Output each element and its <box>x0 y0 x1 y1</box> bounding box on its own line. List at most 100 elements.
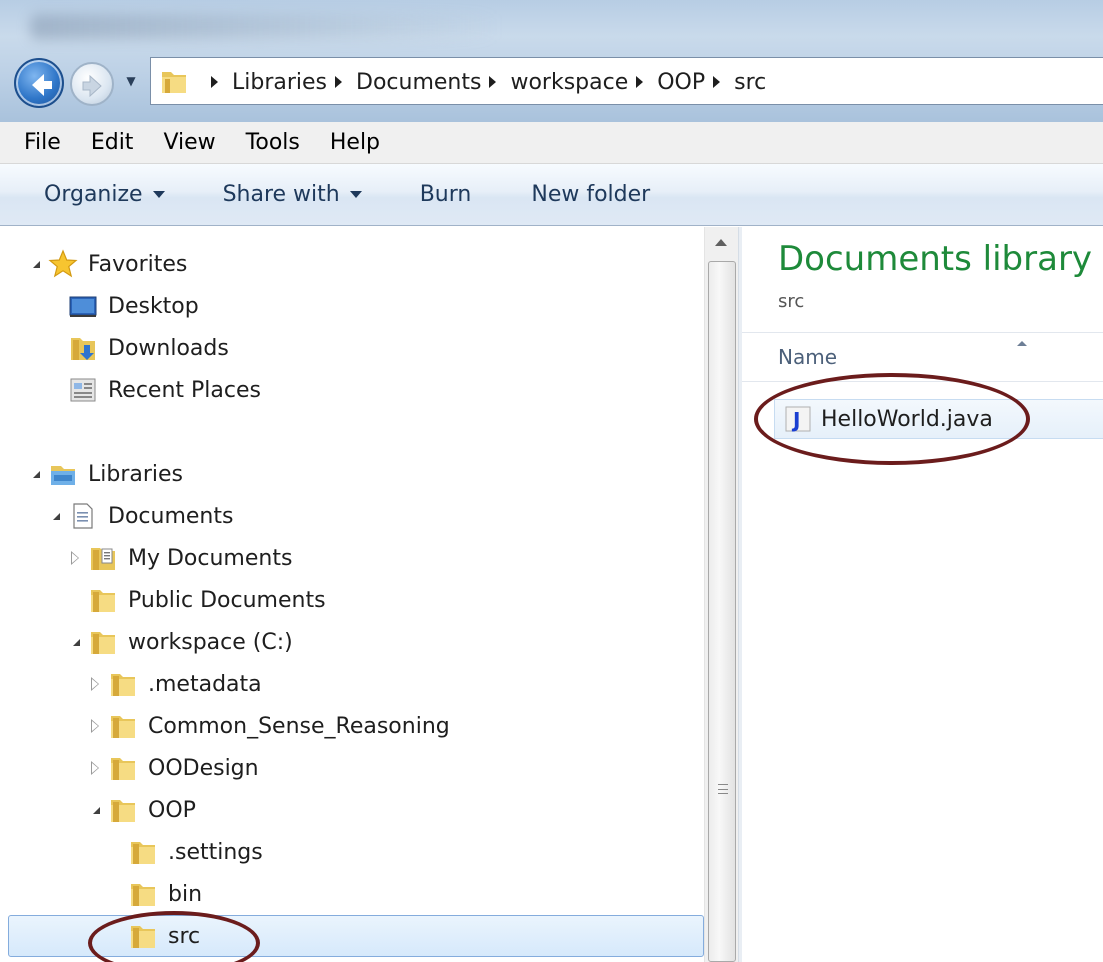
breadcrumb-workspace[interactable]: workspace <box>510 70 628 95</box>
tree-item-src[interactable]: src <box>128 918 200 954</box>
my-documents-folder-icon <box>91 548 115 570</box>
tree-item-libraries[interactable]: Libraries <box>28 456 183 492</box>
expanded-triangle-icon[interactable] <box>88 802 104 818</box>
window-title-blurred <box>30 14 500 40</box>
library-title: Documents library <box>778 239 1093 279</box>
library-subtitle: src <box>778 291 805 312</box>
back-button[interactable] <box>14 58 64 108</box>
tree-item-oodesign[interactable]: OODesign <box>88 750 259 786</box>
menu-edit[interactable]: Edit <box>76 130 149 155</box>
folder-icon <box>111 716 135 738</box>
navigation-pane: Favorites Desktop Downloads Recent Place… <box>0 227 738 962</box>
java-file-icon: J <box>785 406 811 432</box>
breadcrumb-libraries[interactable]: Libraries <box>232 70 327 95</box>
tree-label-bin: bin <box>168 881 203 907</box>
forward-button[interactable] <box>70 62 114 106</box>
organize-button[interactable]: Organize <box>44 182 165 207</box>
folder-icon <box>91 632 115 654</box>
tree-label-favorites: Favorites <box>88 251 188 277</box>
window-titlebar: ▼ Libraries Documents workspace OOP src <box>0 0 1103 122</box>
menu-view[interactable]: View <box>148 130 230 155</box>
chevron-down-icon <box>349 191 362 198</box>
forward-arrow-icon <box>82 74 102 98</box>
tree-label-libraries: Libraries <box>88 461 184 487</box>
collapsed-triangle-icon[interactable] <box>68 550 84 566</box>
chevron-down-icon <box>152 191 165 198</box>
column-header-row: Name <box>742 332 1103 382</box>
tree-label-oop: OOP <box>148 797 196 823</box>
address-bar[interactable]: Libraries Documents workspace OOP src <box>150 57 1103 105</box>
tree-item-my-documents[interactable]: My Documents <box>68 540 292 576</box>
breadcrumb-documents[interactable]: Documents <box>356 70 481 95</box>
new-folder-button[interactable]: New folder <box>531 182 650 207</box>
file-item-helloworld[interactable]: J HelloWorld.java <box>774 399 1103 439</box>
expanded-triangle-icon[interactable] <box>28 256 44 272</box>
tree-item-bin[interactable]: bin <box>128 876 202 912</box>
burn-button[interactable]: Burn <box>420 182 472 207</box>
tree-item-selected-highlight <box>8 915 704 957</box>
tree-item-favorites[interactable]: Favorites <box>28 246 187 282</box>
collapsed-triangle-icon[interactable] <box>88 676 104 692</box>
tree-item-common-sense-reasoning[interactable]: Common_Sense_Reasoning <box>88 708 450 744</box>
content-pane: Documents library src Name J HelloWorld.… <box>742 227 1103 962</box>
folder-icon <box>111 758 135 780</box>
breadcrumb-separator-icon[interactable] <box>713 76 721 88</box>
collapsed-triangle-icon[interactable] <box>88 760 104 776</box>
expanded-triangle-icon[interactable] <box>48 508 64 524</box>
tree-label-common-sense-reasoning: Common_Sense_Reasoning <box>148 713 450 739</box>
tree-item-public-documents[interactable]: Public Documents <box>88 582 326 618</box>
star-icon <box>48 249 78 278</box>
tree-label-public-documents: Public Documents <box>128 587 326 613</box>
sort-ascending-icon <box>1017 341 1027 346</box>
folder-icon <box>111 800 135 822</box>
share-with-button[interactable]: Share with <box>223 182 362 207</box>
menu-file[interactable]: File <box>0 130 76 155</box>
tree-item-downloads[interactable]: Downloads <box>68 330 229 366</box>
documents-icon <box>73 503 93 529</box>
recent-places-icon <box>70 378 96 402</box>
desktop-icon <box>69 296 97 317</box>
breadcrumb-separator-icon[interactable] <box>636 76 644 88</box>
command-bar: Organize Share with Burn New folder <box>0 164 1103 226</box>
organize-label: Organize <box>44 182 143 207</box>
tree-label-src: src <box>168 923 201 949</box>
tree-item-documents[interactable]: Documents <box>48 498 233 534</box>
menu-bar: File Edit View Tools Help <box>0 122 1103 164</box>
tree-label-oodesign: OODesign <box>148 755 259 781</box>
file-name: HelloWorld.java <box>821 406 993 432</box>
tree-item-metadata[interactable]: .metadata <box>88 666 262 702</box>
column-header-name[interactable]: Name <box>778 345 837 369</box>
tree-label-my-documents: My Documents <box>128 545 293 571</box>
expanded-triangle-icon[interactable] <box>68 634 84 650</box>
folder-icon <box>131 884 155 906</box>
tree-label-recent-places: Recent Places <box>108 377 261 403</box>
tree-item-settings[interactable]: .settings <box>128 834 263 870</box>
share-with-label: Share with <box>222 182 340 207</box>
folder-icon <box>91 590 115 612</box>
folder-icon <box>162 72 186 93</box>
svg-text:J: J <box>791 408 800 432</box>
recent-pages-dropdown[interactable]: ▼ <box>122 72 140 90</box>
menu-help[interactable]: Help <box>315 130 395 155</box>
menu-tools[interactable]: Tools <box>231 130 315 155</box>
scrollbar-grip-icon <box>718 784 728 794</box>
scroll-up-arrow-icon[interactable] <box>715 239 727 246</box>
scrollbar-thumb[interactable] <box>708 261 736 962</box>
tree-item-desktop[interactable]: Desktop <box>68 288 199 324</box>
collapsed-triangle-icon[interactable] <box>88 718 104 734</box>
breadcrumb: Libraries Documents workspace OOP src <box>203 58 766 106</box>
tree-item-oop[interactable]: OOP <box>88 792 196 828</box>
folder-icon <box>111 674 135 696</box>
tree-item-recent-places[interactable]: Recent Places <box>68 372 261 408</box>
navigation-scrollbar[interactable] <box>704 227 738 962</box>
breadcrumb-separator-icon[interactable] <box>211 76 218 88</box>
breadcrumb-separator-icon[interactable] <box>335 76 343 88</box>
breadcrumb-oop[interactable]: OOP <box>657 70 705 95</box>
breadcrumb-src[interactable]: src <box>734 70 766 95</box>
tree-item-workspace[interactable]: workspace (C:) <box>68 624 293 660</box>
downloads-folder-icon <box>71 338 95 360</box>
expanded-triangle-icon[interactable] <box>28 466 44 482</box>
tree-label-workspace: workspace (C:) <box>128 629 293 655</box>
breadcrumb-separator-icon[interactable] <box>489 76 497 88</box>
tree-label-metadata: .metadata <box>148 671 262 697</box>
